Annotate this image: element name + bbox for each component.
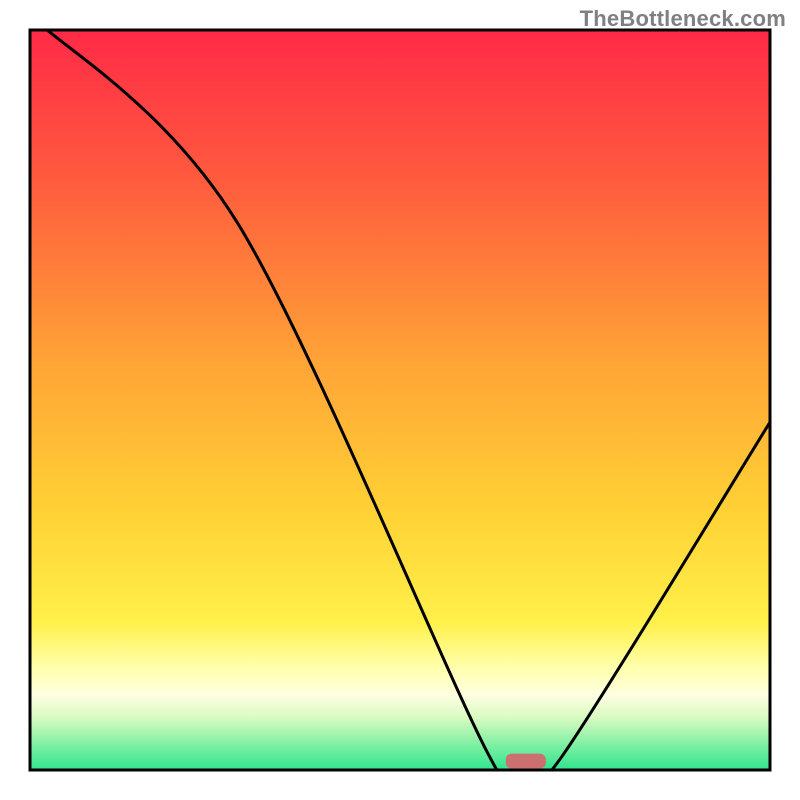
- chart-container: TheBottleneck.com: [0, 0, 800, 800]
- watermark-text: TheBottleneck.com: [580, 6, 786, 32]
- bottleneck-chart: [0, 0, 800, 800]
- gradient-background: [30, 30, 770, 770]
- optimum-marker: [506, 754, 546, 769]
